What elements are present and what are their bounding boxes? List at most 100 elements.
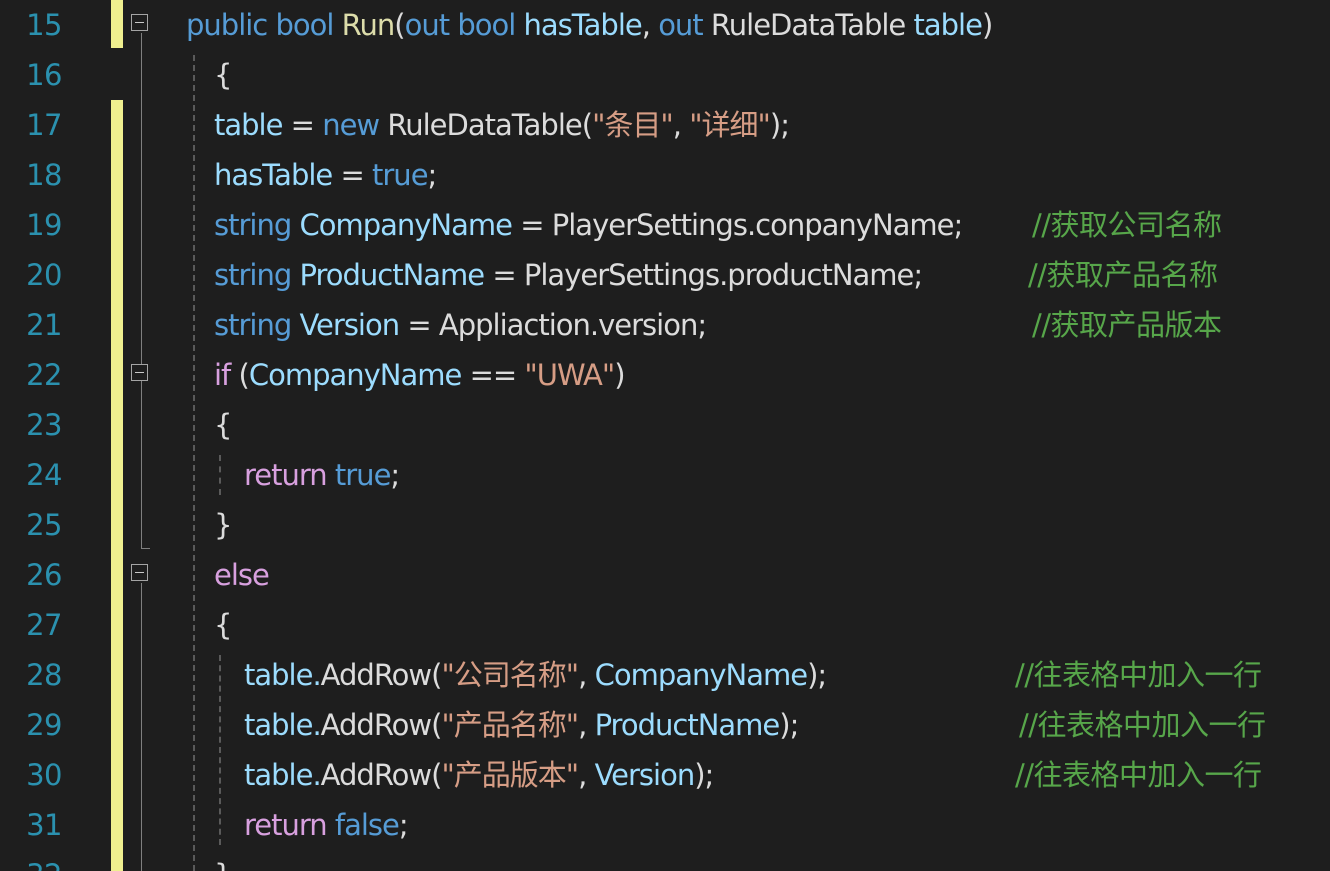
token-keyword: true	[372, 158, 429, 192]
token-punct: (	[581, 108, 593, 142]
token-parameter: table.	[244, 758, 322, 792]
line-number: 18	[26, 158, 62, 192]
code-line[interactable]: 15 public bool Run(out bool hasTable, ou…	[0, 0, 1330, 50]
token-expression: PlayerSettings.productName;	[523, 258, 923, 292]
code-comment: //获取产品名称	[1028, 258, 1218, 292]
token-keyword: string	[214, 308, 292, 342]
code-comment: //获取公司名称	[1032, 208, 1222, 242]
code-line[interactable]: 25 }	[0, 500, 1330, 550]
token-control-keyword: return	[244, 808, 328, 842]
token-string: "UWA"	[524, 358, 615, 392]
token-variable: CompanyName	[248, 358, 463, 392]
token-method: AddRow	[320, 708, 432, 742]
code-line[interactable]: 23 {	[0, 400, 1330, 450]
code-line[interactable]: 16 {	[0, 50, 1330, 100]
token-method: AddRow	[320, 658, 432, 692]
code-text: }	[214, 505, 232, 545]
token-punct: (	[394, 8, 405, 42]
code-text: return true;	[244, 455, 400, 495]
token-punct: );	[779, 708, 799, 742]
token-operator: =	[399, 308, 439, 342]
code-text: hasTable = true;	[214, 155, 437, 195]
code-line[interactable]: 24 return true;	[0, 450, 1330, 500]
line-number: 25	[26, 508, 62, 542]
token-parameter: table.	[244, 658, 322, 692]
code-text: table.AddRow("产品名称", ProductName);	[244, 705, 799, 745]
token-parameter: table	[214, 108, 283, 142]
token-punct: )	[981, 8, 993, 42]
token-brace: }	[214, 508, 232, 542]
token-punct: ,	[641, 8, 659, 42]
line-number: 24	[26, 458, 62, 492]
code-text: table = new RuleDataTable("条目", "详细");	[214, 105, 790, 145]
token-keyword: new	[322, 108, 380, 142]
line-number: 15	[26, 8, 62, 42]
code-line[interactable]: 32 }	[0, 850, 1330, 871]
code-text: table.AddRow("公司名称", CompanyName);	[244, 655, 827, 695]
token-operator: ==	[461, 358, 525, 392]
line-number: 22	[26, 358, 62, 392]
token-method: Run	[341, 8, 396, 42]
code-comment: //获取产品版本	[1032, 308, 1222, 342]
code-line[interactable]: 28 table.AddRow("公司名称", CompanyName); //…	[0, 650, 1330, 700]
token-punct: ;	[398, 808, 409, 842]
code-line[interactable]: 26 else	[0, 550, 1330, 600]
token-keyword: bool	[275, 8, 334, 42]
code-text: string CompanyName = PlayerSettings.conp…	[214, 205, 963, 245]
token-operator: =	[282, 108, 323, 142]
token-punct: );	[694, 758, 714, 792]
code-text: string ProductName = PlayerSettings.prod…	[214, 255, 923, 295]
token-punct: (	[431, 758, 442, 792]
code-comment: //往表格中加入一行	[1015, 658, 1262, 692]
line-number: 20	[26, 258, 62, 292]
code-line[interactable]: 17 table = new RuleDataTable("条目", "详细")…	[0, 100, 1330, 150]
code-text: {	[214, 405, 232, 445]
code-line[interactable]: 19 string CompanyName = PlayerSettings.c…	[0, 200, 1330, 250]
token-brace: {	[214, 608, 232, 642]
token-punct: ,	[578, 658, 595, 692]
token-keyword: string	[214, 208, 292, 242]
line-number: 27	[26, 608, 62, 642]
token-variable: CompanyName	[299, 208, 513, 242]
token-operator: =	[484, 258, 524, 292]
code-line[interactable]: 27 {	[0, 600, 1330, 650]
line-number: 21	[26, 308, 62, 342]
code-line[interactable]: 22 if (CompanyName == "UWA")	[0, 350, 1330, 400]
token-operator: =	[332, 158, 373, 192]
code-text: {	[214, 605, 232, 645]
code-line[interactable]: 30 table.AddRow("产品版本", Version); //往表格中…	[0, 750, 1330, 800]
code-line[interactable]: 18 hasTable = true;	[0, 150, 1330, 200]
line-number: 28	[26, 658, 62, 692]
line-number: 23	[26, 408, 62, 442]
code-line[interactable]: 21 string Version = Appliaction.version;…	[0, 300, 1330, 350]
token-keyword: string	[214, 258, 292, 292]
token-keyword: out	[404, 8, 450, 42]
code-line[interactable]: 20 string ProductName = PlayerSettings.p…	[0, 250, 1330, 300]
token-string: "详细"	[689, 108, 771, 142]
token-punct: ,	[672, 108, 690, 142]
code-text: }	[214, 855, 232, 871]
token-punct: (	[431, 708, 442, 742]
line-number: 30	[26, 758, 62, 792]
token-punct: );	[807, 658, 827, 692]
token-parameter: table.	[244, 708, 322, 742]
code-line[interactable]: 31 return false;	[0, 800, 1330, 850]
token-punct: )	[614, 358, 625, 392]
token-type: RuleDataTable	[387, 108, 582, 142]
token-variable: ProductName	[299, 258, 485, 292]
token-string: "条目"	[592, 108, 674, 142]
token-type: RuleDataTable	[710, 8, 906, 42]
code-text: return false;	[244, 805, 409, 845]
token-punct: (	[431, 658, 442, 692]
token-variable: Version	[594, 758, 696, 792]
token-punct: );	[769, 108, 790, 142]
code-editor[interactable]: 15 public bool Run(out bool hasTable, ou…	[0, 0, 1330, 871]
token-keyword: true	[334, 458, 392, 492]
token-punct: (	[230, 358, 249, 392]
code-line[interactable]: 29 table.AddRow("产品名称", ProductName); //…	[0, 700, 1330, 750]
token-punct: ,	[578, 758, 595, 792]
token-brace: {	[214, 408, 232, 442]
code-text: if (CompanyName == "UWA")	[214, 355, 626, 395]
code-comment: //往表格中加入一行	[1015, 758, 1262, 792]
code-text: public bool Run(out bool hasTable, out R…	[186, 5, 993, 45]
